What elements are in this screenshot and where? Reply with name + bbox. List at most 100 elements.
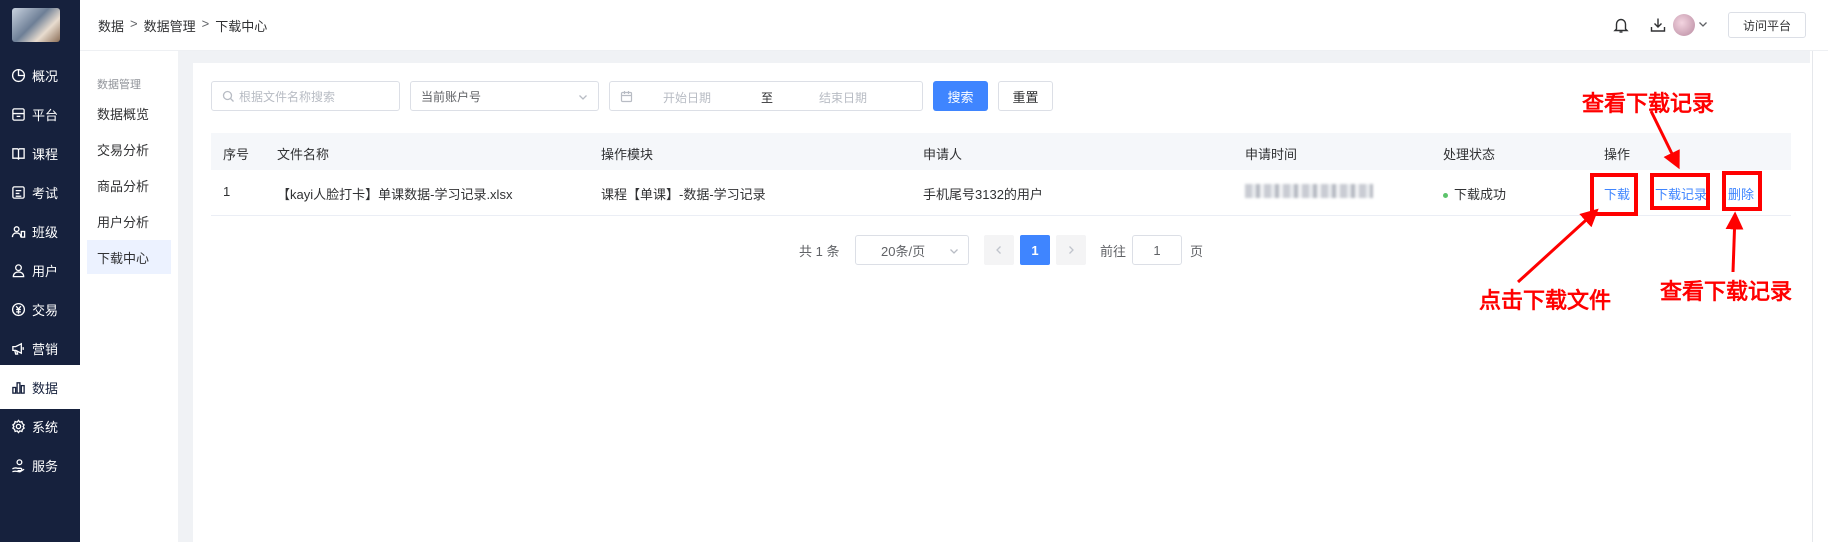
column-header-index: 序号: [223, 147, 250, 162]
account-select-value: 当前账户号: [421, 89, 482, 104]
currency-icon: [10, 301, 26, 317]
status-dot: [1443, 193, 1448, 199]
page-number-current[interactable]: 1: [1020, 235, 1050, 265]
cell-module: 课程【单课】-数据-学习记录: [601, 187, 766, 202]
column-header-actions: 操作: [1604, 147, 1631, 162]
nav-item-trade[interactable]: 交易: [0, 287, 80, 331]
cell-index: 1: [223, 184, 231, 199]
column-header-applicant: 申请人: [923, 147, 963, 162]
nav-item-label: 考试: [32, 185, 59, 201]
account-select[interactable]: 当前账户号: [410, 81, 599, 111]
settings-icon: [10, 418, 26, 434]
breadcrumb-item[interactable]: 数据: [98, 16, 124, 35]
scrollbar-track[interactable]: [1812, 51, 1828, 542]
date-separator: 至: [761, 91, 774, 105]
calendar-icon: [620, 90, 633, 103]
download-icon[interactable]: [1649, 16, 1667, 34]
breadcrumb: 数据 > 数据管理 > 下载中心: [98, 16, 267, 35]
nav-item-label: 课程: [32, 146, 59, 162]
subnav-item-trade-analysis[interactable]: 交易分析: [87, 132, 171, 166]
subnav-item-download-center[interactable]: 下载中心: [87, 240, 171, 274]
column-header-module: 操作模块: [601, 147, 654, 162]
nav-item-overview[interactable]: 概况: [0, 53, 80, 97]
chevron-right-icon: [1066, 245, 1076, 255]
cell-status: 下载成功: [1443, 184, 1506, 203]
class-icon: [10, 223, 26, 239]
cell-applicant: 手机尾号3132的用户: [923, 187, 1043, 202]
status-text: 下载成功: [1454, 187, 1507, 202]
annotation-left-label: 点击下载文件: [1479, 288, 1612, 314]
nav-item-label: 概况: [32, 68, 59, 84]
column-header-status: 处理状态: [1443, 147, 1496, 162]
start-date-input[interactable]: 开始日期: [663, 89, 711, 106]
service-icon: [10, 457, 26, 473]
page-size-select[interactable]: 20条/页: [855, 235, 969, 265]
nav-item-label: 数据: [32, 380, 59, 396]
table-header: 序号 文件名称 操作模块 申请人 申请时间 处理状态 操作: [211, 133, 1791, 170]
megaphone-icon: [10, 340, 26, 356]
page-size-value: 20条/页: [881, 243, 926, 259]
breadcrumb-current: 下载中心: [215, 19, 268, 34]
nav-item-system[interactable]: 系统: [0, 404, 80, 448]
pie-chart-icon: [10, 67, 26, 83]
bar-chart-icon: [10, 379, 26, 395]
nav-item-data[interactable]: 数据: [0, 365, 80, 409]
chevron-left-icon: [994, 245, 1004, 255]
chevron-down-icon: [948, 245, 960, 257]
nav-item-course[interactable]: 课程: [0, 131, 80, 175]
nav-item-label: 系统: [32, 419, 59, 435]
subnav-item-product-analysis[interactable]: 商品分析: [87, 168, 171, 202]
nav-item-exam[interactable]: 考试: [0, 170, 80, 214]
nav-item-label: 平台: [32, 107, 59, 123]
nav-item-service[interactable]: 服务: [0, 443, 80, 487]
highlight-delete: [1722, 171, 1762, 211]
date-range-picker[interactable]: 开始日期 至 结束日期: [609, 81, 923, 111]
subnav-item-overview[interactable]: 数据概览: [87, 96, 171, 130]
search-input[interactable]: 根据文件名称搜索: [211, 81, 400, 111]
exam-icon: [10, 184, 26, 200]
nav-item-platform[interactable]: 平台: [0, 92, 80, 136]
bell-icon[interactable]: [1612, 16, 1630, 34]
search-button[interactable]: 搜索: [933, 81, 988, 111]
nav-item-label: 交易: [32, 302, 59, 318]
next-page-button[interactable]: [1056, 235, 1086, 265]
prev-page-button[interactable]: [984, 235, 1014, 265]
breadcrumb-item[interactable]: 数据管理: [144, 16, 196, 35]
main-sidebar: 概况 平台 课程 考试 班级 用户 交易 营销 数据 系统 服务: [0, 0, 80, 542]
cell-file-name: 【kayi人脸打卡】单课数据-学习记录.xlsx: [277, 187, 513, 202]
nav-item-label: 营销: [32, 341, 59, 357]
avatar[interactable]: [1673, 14, 1695, 36]
nav-item-class[interactable]: 班级: [0, 209, 80, 253]
highlight-download: [1590, 173, 1638, 216]
nav-item-user[interactable]: 用户: [0, 248, 80, 292]
top-header: 数据 > 数据管理 > 下载中心 访问平台: [80, 0, 1828, 51]
book-icon: [10, 145, 26, 161]
goto-label: 前往: [1100, 244, 1127, 259]
visit-platform-button[interactable]: 访问平台: [1728, 12, 1806, 38]
column-header-file-name: 文件名称: [277, 147, 330, 162]
subnav-item-user-analysis[interactable]: 用户分析: [87, 204, 171, 238]
app-logo: [12, 8, 60, 42]
page-suffix: 页: [1190, 244, 1204, 259]
nav-item-label: 服务: [32, 458, 59, 474]
nav-item-marketing[interactable]: 营销: [0, 326, 80, 370]
cell-apply-time-redacted: [1245, 184, 1373, 198]
end-date-input[interactable]: 结束日期: [819, 89, 867, 106]
table-row: 1 【kayi人脸打卡】单课数据-学习记录.xlsx 课程【单课】-数据-学习记…: [211, 170, 1791, 216]
search-icon: [222, 90, 235, 103]
highlight-download-record: [1650, 173, 1710, 210]
breadcrumb-separator: >: [130, 16, 138, 31]
reset-button[interactable]: 重置: [998, 81, 1053, 111]
pagination-total: 共 1 条: [799, 244, 840, 259]
user-icon: [10, 262, 26, 278]
chevron-down-icon: [577, 91, 589, 103]
nav-item-label: 班级: [32, 224, 59, 240]
column-header-apply-time: 申请时间: [1245, 147, 1298, 162]
goto-page-input[interactable]: 1: [1132, 235, 1182, 265]
breadcrumb-separator: >: [201, 16, 210, 31]
chevron-down-icon[interactable]: [1697, 18, 1709, 30]
subnav-title: 数据管理: [97, 79, 141, 91]
search-placeholder: 根据文件名称搜索: [239, 89, 336, 104]
annotation-right-label: 查看下载记录: [1660, 279, 1793, 305]
sub-sidebar: 数据管理 数据概览 交易分析 商品分析 用户分析 下载中心: [80, 51, 178, 542]
